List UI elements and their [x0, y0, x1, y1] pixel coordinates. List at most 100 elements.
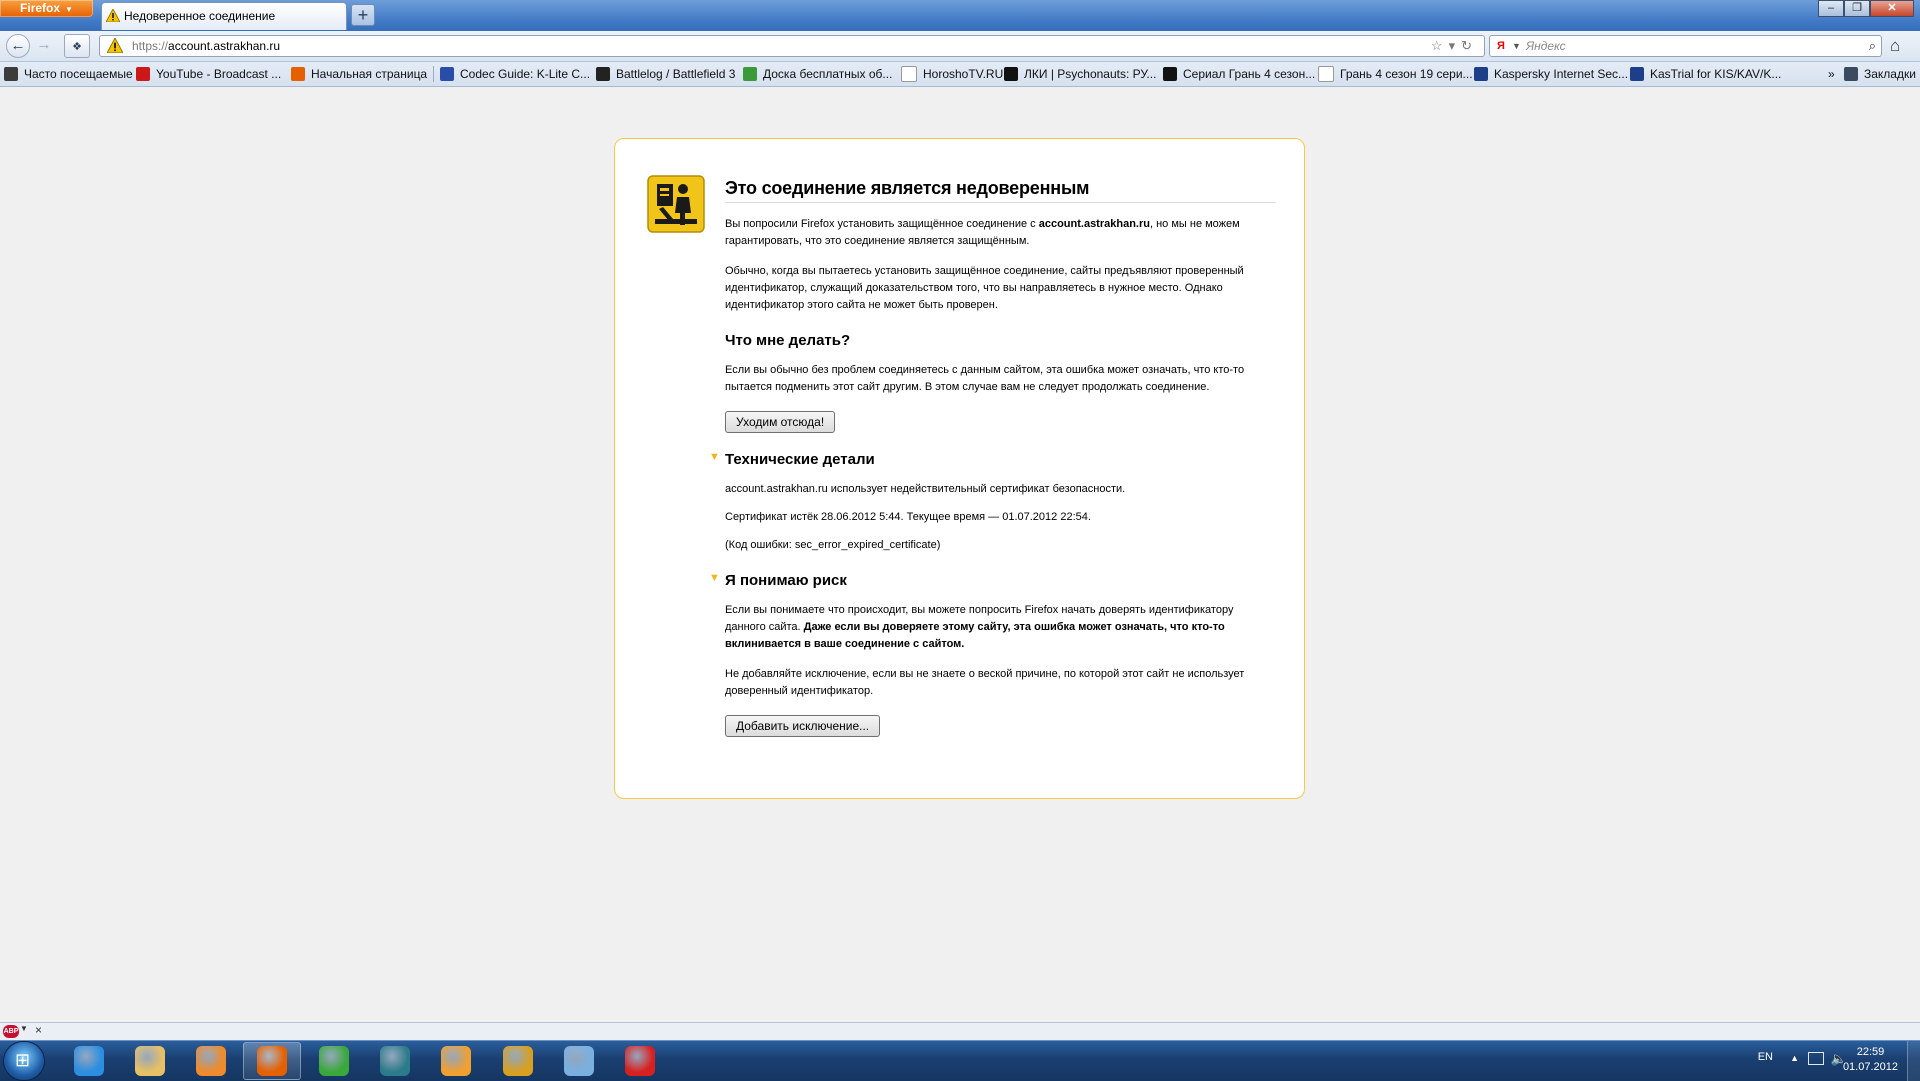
risk-note: Не добавляйте исключение, если вы не зна… [725, 668, 1245, 697]
search-bar[interactable]: Я ▼ Яндекс ⌕ [1489, 35, 1882, 57]
forward-button[interactable]: → [32, 34, 56, 58]
untrusted-certificate-icon [647, 175, 705, 233]
reload-icon[interactable]: ↻ [1461, 38, 1478, 53]
taskbar-firefox-button[interactable] [243, 1042, 301, 1080]
battlelog-icon [596, 67, 610, 81]
internet-explorer-icon [74, 1046, 104, 1076]
expand-triangle-icon: ▼ [709, 572, 720, 584]
explorer-icon [135, 1046, 165, 1076]
bookmark-item[interactable]: ЛКИ | Psychonauts: РУ... [1004, 62, 1156, 86]
clock-date: 01.07.2012 [1842, 1061, 1898, 1073]
understand-risks-toggle[interactable]: ▼ Я понимаю риск [709, 572, 1276, 589]
bookmark-star-icon[interactable]: ☆ [1431, 38, 1449, 53]
bookmark-item[interactable]: Часто посещаемые [4, 62, 133, 86]
get-me-out-button[interactable]: Уходим отсюда! [725, 411, 836, 433]
taskbar-utorrent-button[interactable] [305, 1042, 363, 1080]
history-dropdown-icon[interactable]: ▾ [1449, 38, 1462, 53]
title-bar: Firefox ▼ Недоверенное соединение + – ❐ ✕ [0, 0, 1920, 31]
bookmark-item[interactable]: Грань 4 сезон 19 сери... [1318, 62, 1473, 86]
youtube-icon [136, 67, 150, 81]
bookmark-item[interactable]: Доска бесплатных об... [743, 62, 892, 86]
taskbar-screen-app-button[interactable] [366, 1042, 424, 1080]
window-controls: – ❐ ✕ [1818, 0, 1914, 17]
windows-logo-icon: ⊞ [15, 1050, 31, 1070]
chevron-down-icon[interactable]: ▼ [20, 1024, 28, 1033]
what-to-do-heading: Что мне делать? [725, 332, 851, 349]
bookmarks-toolbar: Часто посещаемые YouTube - Broadcast ... Н… [0, 62, 1920, 87]
taskbar-recorder-app-button[interactable] [611, 1042, 669, 1080]
new-tab-button[interactable]: + [351, 4, 375, 26]
risk-text: Если вы понимаете что происходит, вы мож… [725, 602, 1276, 653]
site-identity-button[interactable]: ❖ [64, 34, 90, 58]
bookmark-label: Battlelog / Battlefield 3 [616, 67, 736, 81]
bookmarks-menu-icon [1844, 67, 1858, 81]
chevron-down-icon[interactable]: ▼ [1512, 36, 1521, 56]
maximize-button[interactable]: ❐ [1844, 0, 1870, 17]
ru-icon [1630, 67, 1644, 81]
clock[interactable]: 22:59 01.07.2012 [1843, 1045, 1898, 1075]
screen-app-icon [380, 1046, 410, 1076]
yandex-icon[interactable]: Я [1494, 39, 1508, 53]
firefox-menu-label: Firefox [20, 1, 61, 15]
bookmark-item[interactable]: KasTrial for KIS/KAV/K... [1630, 62, 1781, 86]
add-exception-button[interactable]: Добавить исключение... [725, 715, 881, 737]
recorder-app-icon [625, 1046, 655, 1076]
bookmarks-menu-button[interactable]: Закладки [1844, 62, 1916, 86]
lki-icon [1004, 67, 1018, 81]
error-code: (Код ошибки: sec_error_expired_certifica… [725, 539, 941, 551]
back-button[interactable]: ← [6, 34, 30, 58]
firefox-menu-button[interactable]: Firefox ▼ [0, 0, 93, 17]
error-page-container: Это соединение является недоверенным Вы … [614, 138, 1305, 799]
bookmark-label: YouTube - Broadcast ... [156, 67, 282, 81]
utorrent-icon [319, 1046, 349, 1076]
bookmark-label: HoroshoTV.RU [923, 67, 1004, 81]
show-hidden-icons-icon[interactable]: ▲ [1790, 1053, 1799, 1063]
taskbar-games-app-button[interactable] [489, 1042, 547, 1080]
show-desktop-button[interactable] [1907, 1041, 1920, 1081]
close-window-button[interactable]: ✕ [1870, 0, 1914, 17]
url-scheme: https:// [132, 39, 169, 53]
taskbar-media-player-button[interactable] [182, 1042, 240, 1080]
what-to-do-text: Если вы обычно без проблем соединяетесь … [725, 364, 1245, 393]
bookmark-item[interactable]: Сериал Грань 4 сезон... [1163, 62, 1315, 86]
language-indicator[interactable]: EN [1758, 1051, 1773, 1063]
media-player-icon [196, 1046, 226, 1076]
url-bar[interactable]: https://account.astrakhan.ru ☆▾↻ [99, 35, 1485, 57]
bookmark-item[interactable]: Codec Guide: K-Lite C... [440, 62, 590, 86]
bookmark-item[interactable]: Kaspersky Internet Sec... [1474, 62, 1628, 86]
games-app-icon [503, 1046, 533, 1076]
bookmark-item[interactable]: HoroshoTV.RU [901, 62, 1003, 86]
bookmark-label: Kaspersky Internet Sec... [1494, 67, 1629, 81]
close-addon-bar-button[interactable]: × [35, 1023, 42, 1037]
bookmark-item[interactable]: YouTube - Broadcast ... [136, 62, 281, 86]
network-icon[interactable] [1808, 1052, 1824, 1065]
taskbar-chat-app-button[interactable] [427, 1042, 485, 1080]
taskbar-explorer-button[interactable] [121, 1042, 179, 1080]
identity-icon: ❖ [72, 41, 82, 53]
search-placeholder: Яндекс [1526, 39, 1566, 53]
bookmark-item[interactable]: Battlelog / Battlefield 3 [596, 62, 735, 86]
bookmark-item[interactable]: Начальная страница [291, 62, 427, 86]
firefox-icon [291, 67, 305, 81]
tab-untrusted-connection[interactable]: Недоверенное соединение [101, 2, 347, 30]
understand-risks-heading: Я понимаю риск [725, 572, 847, 589]
ru-icon [1474, 67, 1488, 81]
minimize-button[interactable]: – [1818, 0, 1844, 17]
adblock-plus-icon[interactable]: ABP [3, 1025, 19, 1038]
home-button[interactable]: ⌂ [1890, 36, 1900, 56]
notes-app-icon [564, 1046, 594, 1076]
search-icon[interactable]: ⌕ [1869, 36, 1876, 56]
firefox-icon [257, 1046, 287, 1076]
bookmarks-overflow-button[interactable]: » [1828, 62, 1835, 86]
taskbar-internet-explorer-button[interactable] [60, 1042, 118, 1080]
start-button[interactable]: ⊞ [4, 1042, 44, 1080]
taskbar-notes-app-button[interactable] [550, 1042, 608, 1080]
error-text-column: Это соединение является недоверенным Вы … [709, 175, 1276, 737]
most-visited-icon [4, 67, 18, 81]
url-host: account.astrakhan.ru [168, 39, 281, 53]
warning-icon [107, 38, 123, 53]
error-intro-pre: Вы попросили Firefox установить защищённ… [725, 218, 1039, 230]
technical-details-toggle[interactable]: ▼ Технические детали [709, 451, 1276, 468]
page-icon [1318, 66, 1334, 82]
expand-triangle-icon: ▼ [709, 451, 720, 463]
